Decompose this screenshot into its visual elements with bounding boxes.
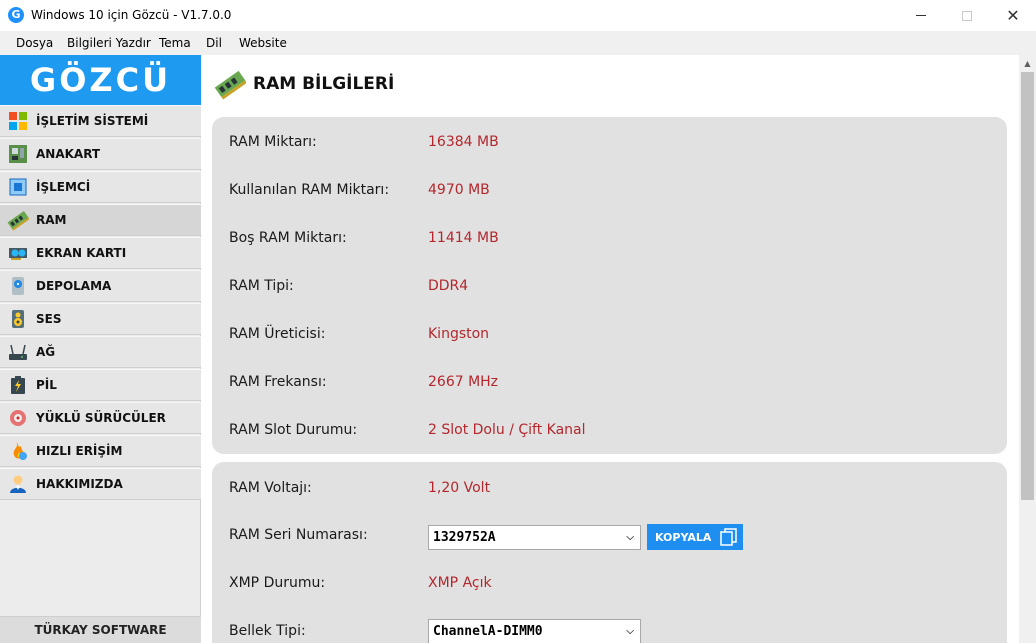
user-icon — [7, 473, 29, 495]
memory-type-dropdown[interactable]: ChannelA-DIMM0 ⌵ — [428, 619, 641, 643]
menu-bar: Dosya Bilgileri Yazdır Tema Dil Website — [0, 31, 1036, 55]
scroll-thumb[interactable] — [1021, 72, 1034, 500]
chevron-down-icon: ⌵ — [626, 626, 634, 637]
menu-website[interactable]: Website — [239, 36, 287, 50]
bellek-tipi-label: Bellek Tipi: — [229, 623, 306, 639]
ram-miktari-value: 16384 MB — [428, 134, 499, 150]
minimize-button[interactable] — [898, 0, 944, 31]
app-logo-icon: G — [8, 7, 24, 23]
sidebar-item-ekran-karti[interactable]: EKRAN KARTI — [0, 237, 201, 269]
sidebar-item-ram[interactable]: RAM — [0, 204, 201, 236]
ram-miktari-label: RAM Miktarı: — [229, 134, 317, 150]
maximize-button[interactable] — [944, 0, 990, 31]
bos-ram-value: 11414 MB — [428, 230, 499, 246]
menu-tema[interactable]: Tema — [159, 36, 191, 50]
sidebar-item-islemci[interactable]: İŞLEMCİ — [0, 171, 201, 203]
ram-voltaji-value: 1,20 Volt — [428, 480, 491, 496]
sidebar-item-label: SES — [36, 312, 62, 326]
xmp-durumu-label: XMP Durumu: — [229, 575, 326, 591]
motherboard-icon — [7, 143, 29, 165]
menu-dil[interactable]: Dil — [206, 36, 222, 50]
close-button[interactable]: ✕ — [990, 0, 1036, 31]
bos-ram-label: Boş RAM Miktarı: — [229, 230, 347, 246]
vertical-scrollbar[interactable]: ▲ — [1019, 55, 1036, 643]
kullanilan-ram-label: Kullanılan RAM Miktarı: — [229, 182, 390, 198]
copy-button[interactable]: KOPYALA — [647, 524, 743, 550]
sidebar-item-yuklu-suruculer[interactable]: YÜKLÜ SÜRÜCÜLER — [0, 402, 201, 434]
ram-icon — [214, 68, 247, 100]
router-icon — [7, 341, 29, 363]
ram-info-card: RAM Miktarı: 16384 MB Kullanılan RAM Mik… — [212, 117, 1007, 454]
sidebar-item-hakkimizda[interactable]: HAKKIMIZDA — [0, 468, 201, 500]
drivers-icon — [7, 407, 29, 429]
window-title: Windows 10 için Gözcü - V1.7.0.0 — [31, 8, 232, 22]
battery-icon — [7, 374, 29, 396]
cpu-icon — [7, 176, 29, 198]
speaker-icon — [7, 308, 29, 330]
ram-tipi-value: DDR4 — [428, 278, 469, 294]
app-window: G Windows 10 için Gözcü - V1.7.0.0 ✕ Dos… — [0, 0, 1036, 643]
sidebar-item-label: ANAKART — [36, 147, 101, 161]
sidebar-item-label: DEPOLAMA — [36, 279, 112, 293]
ram-voltaji-label: RAM Voltajı: — [229, 480, 312, 496]
sidebar-item-hizli-erisim[interactable]: HIZLI ERİŞİM — [0, 435, 201, 467]
title-bar[interactable]: G Windows 10 için Gözcü - V1.7.0.0 ✕ — [0, 0, 1036, 31]
sidebar-item-isletim-sistemi[interactable]: İŞLETİM SİSTEMİ — [0, 105, 201, 137]
minimize-icon — [916, 15, 926, 16]
sidebar-item-depolama[interactable]: DEPOLAMA — [0, 270, 201, 302]
ram-frekansi-value: 2667 MHz — [428, 374, 499, 390]
main-content: RAM BİLGİLERİ RAM Miktarı: 16384 MB Kull… — [201, 55, 1019, 643]
menu-bilgileri-yazdir[interactable]: Bilgileri Yazdır — [67, 36, 151, 50]
menu-dosya[interactable]: Dosya — [16, 36, 53, 50]
ram-tipi-label: RAM Tipi: — [229, 278, 294, 294]
serial-number-selected: 1329752A — [433, 530, 496, 545]
maximize-icon — [962, 10, 972, 21]
serial-number-dropdown[interactable]: 1329752A ⌵ — [428, 525, 641, 550]
scroll-up-arrow-icon[interactable]: ▲ — [1019, 55, 1036, 72]
ram-seri-numarasi-label: RAM Seri Numarası: — [229, 527, 368, 543]
sidebar-item-ses[interactable]: SES — [0, 303, 201, 335]
sidebar-item-label: HAKKIMIZDA — [36, 477, 123, 491]
chevron-down-icon: ⌵ — [626, 532, 634, 543]
ram-ureticisi-label: RAM Üreticisi: — [229, 326, 326, 342]
memory-type-selected: ChannelA-DIMM0 — [433, 624, 543, 639]
kullanilan-ram-value: 4970 MB — [428, 182, 490, 198]
copy-button-label: KOPYALA — [655, 530, 712, 544]
flame-icon — [7, 440, 29, 462]
storage-icon — [7, 275, 29, 297]
sidebar: GÖZCÜ İŞLETİM SİSTEMİ ANAKART İŞLEMCİ RA… — [0, 55, 201, 643]
sidebar-item-pil[interactable]: PİL — [0, 369, 201, 401]
sidebar-item-label: İŞLETİM SİSTEMİ — [36, 114, 149, 128]
windows-icon — [7, 110, 29, 132]
sidebar-item-label: HIZLI ERİŞİM — [36, 444, 123, 458]
ram-frekansi-label: RAM Frekansı: — [229, 374, 327, 390]
sidebar-item-label: YÜKLÜ SÜRÜCÜLER — [36, 411, 166, 425]
ram-details-card: RAM Voltajı: 1,20 Volt RAM Seri Numarası… — [212, 462, 1007, 643]
sidebar-item-label: İŞLEMCİ — [36, 180, 91, 194]
brand-logo: GÖZCÜ — [0, 55, 201, 105]
ram-ureticisi-value: Kingston — [428, 326, 490, 342]
sidebar-item-label: EKRAN KARTI — [36, 246, 127, 260]
gpu-icon — [7, 242, 29, 264]
sidebar-item-label: AĞ — [36, 345, 56, 359]
sidebar-item-label: RAM — [36, 213, 67, 227]
copy-icon — [720, 528, 737, 546]
ram-icon — [7, 209, 29, 231]
ram-slot-durumu-value: 2 Slot Dolu / Çift Kanal — [428, 422, 586, 438]
sidebar-footer: TÜRKAY SOFTWARE — [0, 616, 201, 643]
sidebar-item-ag[interactable]: AĞ — [0, 336, 201, 368]
sidebar-item-anakart[interactable]: ANAKART — [0, 138, 201, 170]
page-title: RAM BİLGİLERİ — [253, 74, 395, 94]
close-icon: ✕ — [1006, 6, 1020, 25]
ram-slot-durumu-label: RAM Slot Durumu: — [229, 422, 358, 438]
sidebar-item-label: PİL — [36, 378, 57, 392]
xmp-durumu-value: XMP Açık — [428, 575, 492, 591]
